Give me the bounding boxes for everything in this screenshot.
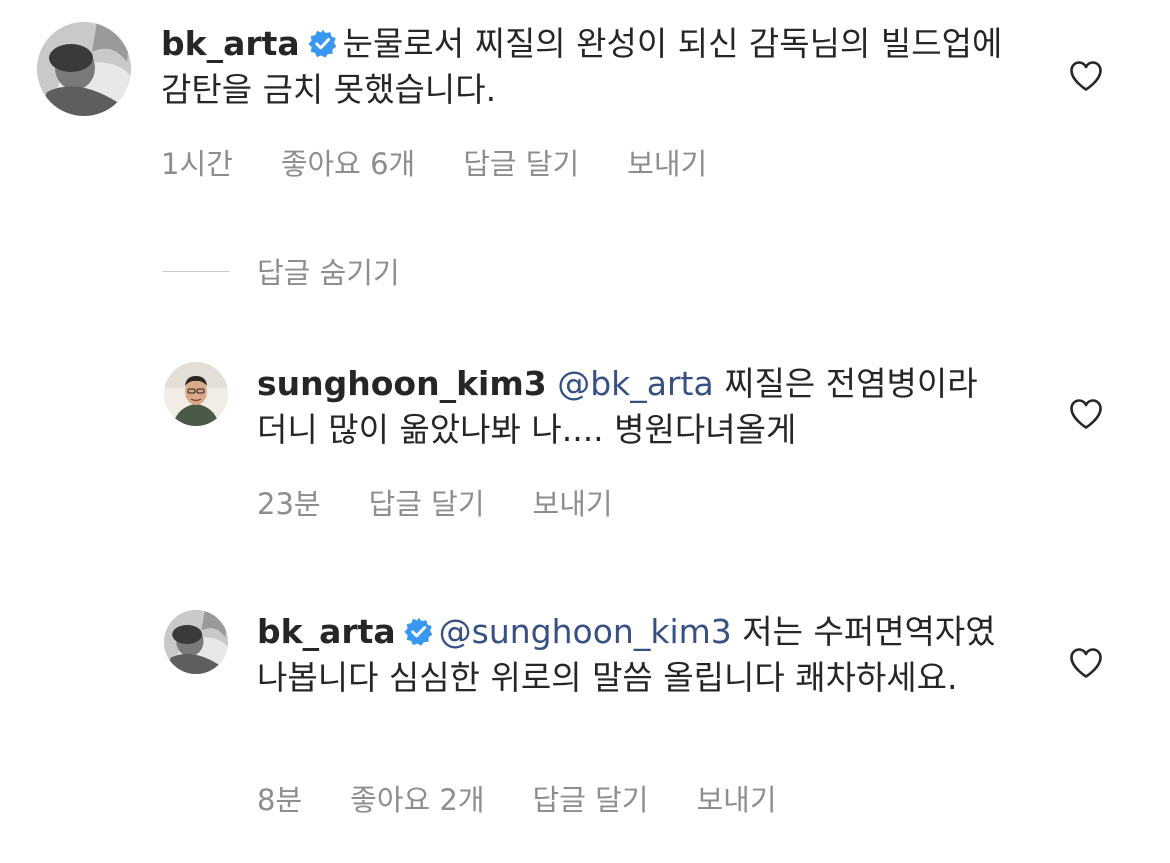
heart-outline-icon[interactable] <box>1069 398 1103 430</box>
comment-text: bk_arta 눈물로서 찌질의 완성이 되신 감독님의 빌드업에 감탄을 금치 … <box>161 21 1021 113</box>
send-button[interactable]: 보내기 <box>533 481 613 523</box>
avatar[interactable] <box>37 22 131 116</box>
heart-outline-icon[interactable] <box>1069 647 1103 679</box>
send-button[interactable]: 보내기 <box>627 141 707 183</box>
reply-button[interactable]: 답글 달기 <box>533 777 649 819</box>
avatar[interactable] <box>164 610 228 674</box>
comment-time: 1시간 <box>161 147 233 181</box>
likes-count[interactable]: 좋아요 6개 <box>281 141 415 183</box>
likes-count[interactable]: 좋아요 2개 <box>350 777 484 819</box>
verified-badge-icon <box>308 29 337 58</box>
divider-line <box>163 270 229 272</box>
reply-button[interactable]: 답글 달기 <box>369 481 485 523</box>
profile-photo-icon <box>164 362 228 426</box>
profile-photo-icon <box>164 610 228 674</box>
comment-meta: 8분 좋아요 2개 답글 달기 보내기 <box>257 777 777 819</box>
hide-replies-label[interactable]: 답글 숨기기 <box>257 250 400 292</box>
avatar[interactable] <box>164 362 228 426</box>
comment-time: 8분 <box>257 783 303 817</box>
username[interactable]: sunghoon_kim3 <box>257 364 547 403</box>
send-button[interactable]: 보내기 <box>696 777 776 819</box>
username[interactable]: bk_arta <box>161 24 300 63</box>
comment-text: sunghoon_kim3 @bk_arta 찌질은 전염병이라더니 많이 옮았… <box>257 361 1007 453</box>
hide-replies-toggle[interactable]: 답글 숨기기 <box>163 250 400 292</box>
comment-text: bk_arta @sunghoon_kim3 저는 수퍼면역자였나봅니다 심심한 … <box>257 609 1007 701</box>
heart-outline-icon[interactable] <box>1069 60 1103 92</box>
mention-link[interactable]: @sunghoon_kim3 <box>439 612 732 651</box>
profile-photo-icon <box>37 22 131 116</box>
reply-button[interactable]: 답글 달기 <box>463 141 579 183</box>
comment-meta: 23분 답글 달기 보내기 <box>257 481 613 523</box>
mention-link[interactable]: @bk_arta <box>557 364 714 403</box>
comment-time: 23분 <box>257 487 321 521</box>
username[interactable]: bk_arta <box>257 612 396 651</box>
comment-meta: 1시간 좋아요 6개 답글 달기 보내기 <box>161 141 707 183</box>
verified-badge-icon <box>404 617 433 646</box>
